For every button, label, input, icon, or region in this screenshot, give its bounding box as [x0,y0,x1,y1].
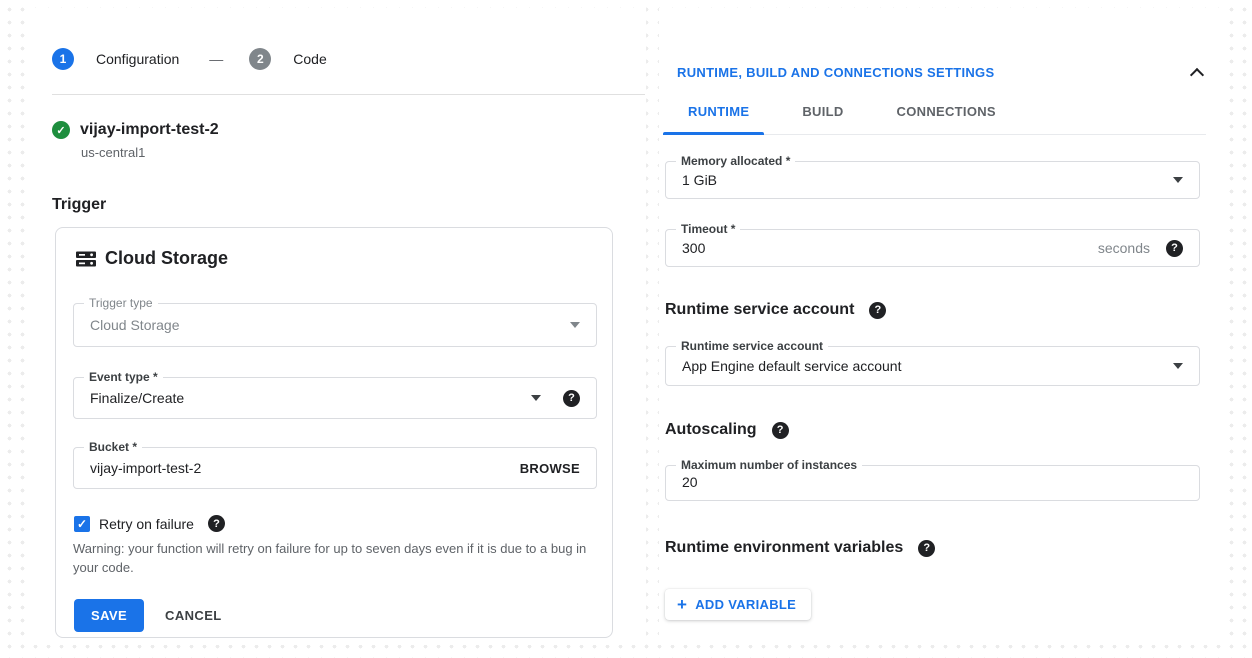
timeout-label: Timeout * [676,222,740,236]
runtime-service-account-value: App Engine default service account [682,358,901,374]
step-separator: — [209,51,223,67]
trigger-type-select[interactable]: Trigger type Cloud Storage [73,303,597,347]
success-check-icon: ✓ [52,121,70,139]
cancel-button[interactable]: CANCEL [165,608,222,623]
step-1-label[interactable]: Configuration [96,51,179,67]
tab-runtime[interactable]: RUNTIME [688,104,749,134]
active-tab-underline [663,132,764,135]
runtime-service-account-help-icon[interactable]: ? [869,302,886,319]
trigger-type-label: Trigger type [84,296,158,310]
timeout-field[interactable]: Timeout * 300 seconds ? [665,229,1200,267]
step-1-circle[interactable]: 1 [52,48,74,70]
event-type-select[interactable]: Event type * Finalize/Create ? [73,377,597,419]
trigger-card: Cloud Storage Trigger type Cloud Storage… [55,227,613,638]
settings-panel: RUNTIME, BUILD AND CONNECTIONS SETTINGS … [659,8,1224,645]
bucket-value[interactable]: vijay-import-test-2 [90,460,201,476]
max-instances-field[interactable]: Maximum number of instances 20 [665,465,1200,501]
retry-warning-text: Warning: your function will retry on fai… [73,539,601,577]
save-button[interactable]: SAVE [74,599,144,632]
trigger-card-actions: SAVE CANCEL [74,599,596,632]
function-name: vijay-import-test-2 [80,121,219,139]
timeout-help-icon[interactable]: ? [1166,240,1183,257]
chevron-down-icon [531,395,541,401]
trigger-card-title-row: Cloud Storage [76,248,596,269]
add-variable-label: ADD VARIABLE [695,597,796,612]
autoscaling-heading-row: Autoscaling ? [665,421,1224,439]
chevron-down-icon [570,322,580,328]
runtime-service-account-heading: Runtime service account [665,301,854,319]
env-vars-heading-row: Runtime environment variables ? [665,539,1224,557]
event-type-value: Finalize/Create [90,390,184,406]
retry-label: Retry on failure [99,516,194,532]
max-instances-value[interactable]: 20 [682,474,698,490]
retry-row: ✓ Retry on failure ? [74,515,596,532]
settings-tabs: RUNTIME BUILD CONNECTIONS [688,104,1224,134]
retry-help-icon[interactable]: ? [208,515,225,532]
chevron-down-icon [1173,363,1183,369]
runtime-service-account-heading-row: Runtime service account ? [665,301,1224,319]
trigger-section-heading: Trigger [52,196,645,214]
autoscaling-help-icon[interactable]: ? [772,422,789,439]
settings-header: RUNTIME, BUILD AND CONNECTIONS SETTINGS [677,65,1202,80]
settings-section-toggle[interactable]: RUNTIME, BUILD AND CONNECTIONS SETTINGS [677,65,994,80]
memory-allocated-select[interactable]: Memory allocated * 1 GiB [665,161,1200,199]
function-status-row: ✓ vijay-import-test-2 [52,121,645,139]
add-variable-button[interactable]: + ADD VARIABLE [665,589,811,620]
timeout-unit: seconds [1098,240,1150,256]
plus-icon: + [677,598,687,611]
event-type-help-icon[interactable]: ? [563,390,580,407]
env-vars-heading: Runtime environment variables [665,539,903,557]
tab-connections[interactable]: CONNECTIONS [897,104,996,134]
bucket-field[interactable]: Bucket * vijay-import-test-2 BROWSE [73,447,597,489]
tab-build[interactable]: BUILD [802,104,843,134]
browse-button[interactable]: BROWSE [520,461,580,476]
chevron-down-icon [1173,177,1183,183]
configuration-panel: 1 Configuration — 2 Code ✓ vijay-import-… [28,8,646,645]
timeout-value[interactable]: 300 [682,240,705,256]
chevron-up-icon[interactable] [1190,68,1204,82]
stepper: 1 Configuration — 2 Code [52,48,645,70]
runtime-service-account-label: Runtime service account [676,339,828,353]
runtime-service-account-select[interactable]: Runtime service account App Engine defau… [665,346,1200,386]
trigger-type-value: Cloud Storage [90,317,180,333]
trigger-card-title: Cloud Storage [105,248,228,269]
step-2-circle[interactable]: 2 [249,48,271,70]
autoscaling-heading: Autoscaling [665,421,757,439]
cloud-storage-icon [76,249,96,269]
env-vars-help-icon[interactable]: ? [918,540,935,557]
max-instances-label: Maximum number of instances [676,458,862,472]
memory-allocated-value: 1 GiB [682,172,717,188]
stepper-divider [52,94,645,95]
retry-checkbox[interactable]: ✓ [74,516,90,532]
event-type-label: Event type * [84,370,163,384]
step-2-label[interactable]: Code [293,51,326,67]
bucket-label: Bucket * [84,440,142,454]
settings-tabs-wrap: RUNTIME BUILD CONNECTIONS [659,104,1224,135]
memory-allocated-label: Memory allocated * [676,154,795,168]
function-region: us-central1 [81,145,645,160]
